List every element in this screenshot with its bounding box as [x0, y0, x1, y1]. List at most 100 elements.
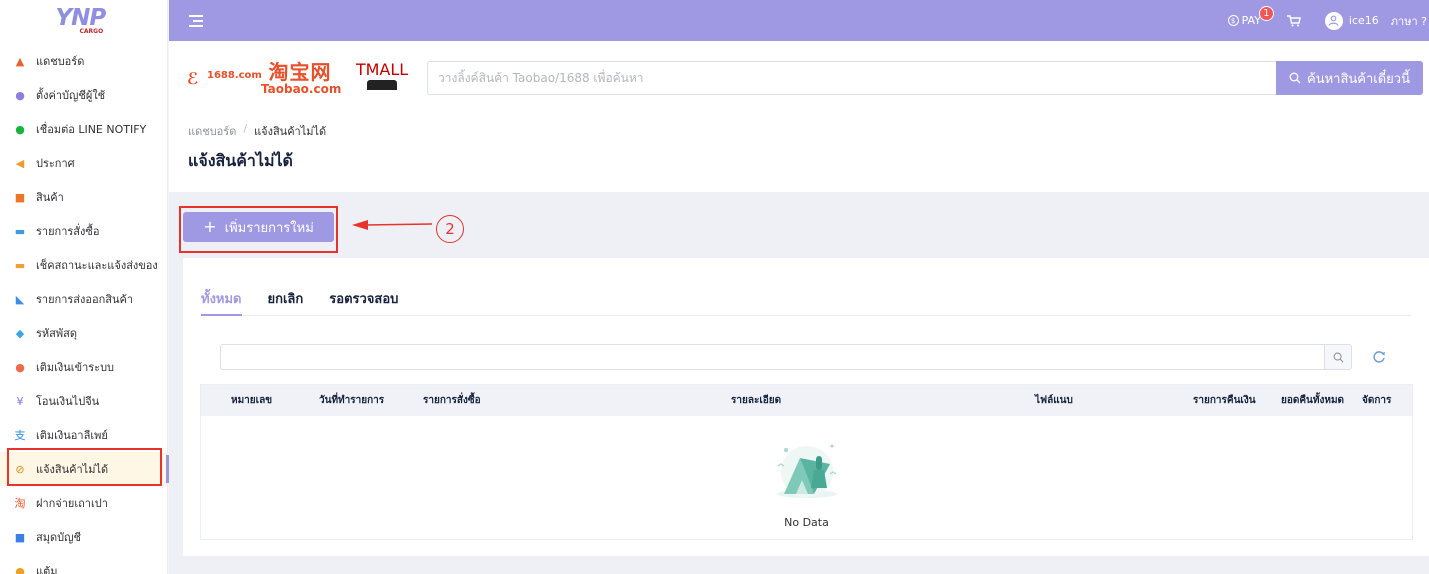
add-button-label: เพิ่มรายการใหม่ [224, 220, 314, 236]
order-icon: ▬ [14, 224, 26, 238]
sidebar-item-5[interactable]: ▬ รายการสั่งซื้อ [0, 214, 167, 248]
sidebar-item-label: รหัสพัสดุ [36, 327, 77, 340]
avatar[interactable] [1324, 11, 1343, 30]
sidebar-item-label: รายการสั่งซื้อ [36, 225, 100, 238]
line-icon: ● [15, 122, 25, 136]
plus-icon: + [203, 217, 217, 236]
empty-box-icon [777, 444, 837, 498]
search-now-button[interactable]: ค้นหาสินค้าเดี๋ยวนี้ [1276, 61, 1423, 95]
logo-taobao-cn: 淘宝网 [268, 60, 332, 84]
table-header: หมายเลข วันที่ทำรายการ รายการสั่งซื้อ รายละ… [201, 385, 1412, 416]
logo-sub: CARGO [79, 28, 104, 35]
add-new-item-button[interactable]: + เพิ่มรายการใหม่ [183, 212, 334, 242]
sidebar-item-label: ฝากจ่ายเถาเปา [36, 497, 108, 510]
sidebar-item-7[interactable]: ◣ รายการส่งออกสินค้า [0, 282, 167, 316]
yuan-icon: ¥ [16, 394, 24, 408]
logo-taobao[interactable]: 淘宝网 Taobao.com [261, 60, 342, 97]
breadcrumb-separator: / [243, 122, 248, 135]
sidebar-item-label: เช็คสถานะและแจ้งส่งของ [36, 259, 158, 272]
sidebar-item-label: เติมเงินอาลีเพย์ [36, 429, 108, 442]
sidebar-item-14[interactable]: ■ สมุดบัญชี [0, 520, 167, 554]
sidebar-item-3[interactable]: ◀ ประกาศ [0, 146, 167, 180]
logo[interactable]: YNP CARGO [0, 0, 167, 40]
column-header-2: รายการสั่งซื้อ [423, 395, 481, 406]
product-link-input[interactable] [427, 61, 1276, 95]
sidebar-item-label: เชื่อมต่อ LINE NOTIFY [36, 123, 147, 136]
tab-2[interactable]: รอตรวจสอบ [329, 280, 398, 315]
column-header-3: รายละเอียด [731, 395, 782, 406]
sidebar-item-label: โอนเงินไปจีน [36, 395, 100, 408]
table-body: No Data [201, 416, 1412, 539]
search-button-label: ค้นหาสินค้าเดี๋ยวนี้ [1307, 71, 1410, 87]
sidebar-item-9[interactable]: ● เติมเงินเข้าระบบ [0, 350, 167, 384]
taobao-icon: 淘 [14, 497, 26, 510]
column-header-0: หมายเลข [231, 395, 273, 406]
sidebar-item-11[interactable]: 支 เติมเงินอาลีเพย์ [0, 418, 167, 452]
topbar-right: $ PAY 1 ice16 ภาษา ? [1227, 0, 1429, 41]
truck-icon: ▬ [14, 258, 26, 272]
tab-1[interactable]: ยกเลิก [268, 280, 304, 315]
filter-search-input[interactable] [220, 344, 1324, 370]
sidebar-item-label: แจ้งสินค้าไม่ได้ [36, 463, 109, 476]
wallet-icon: ■ [14, 530, 26, 544]
user-icon [1329, 15, 1339, 26]
sidebar-item-0[interactable]: ▲ แดชบอร์ด [0, 44, 167, 78]
refresh-icon[interactable] [1370, 348, 1388, 366]
pay-button[interactable]: $ PAY 1 [1227, 6, 1274, 27]
sidebar-item-label: เติมเงินเข้าระบบ [36, 361, 115, 374]
sidebar-item-label: ตั้งค่าบัญชีผู้ใช้ [36, 89, 106, 102]
search-icon [1333, 352, 1343, 362]
menu-toggle-icon[interactable] [189, 14, 203, 27]
sidebar-item-12[interactable]: ⊘ แจ้งสินค้าไม่ได้ [0, 452, 169, 486]
megaphone-icon: ◀ [15, 156, 25, 170]
page-header: แดชบอร์ด / แจ้งสินค้าไม่ได้ แจ้งสินค้าไม… [169, 111, 1429, 192]
search-icon [1289, 72, 1301, 84]
column-header-6: ยอดคืนทั้งหมด [1281, 395, 1345, 406]
sidebar-item-4[interactable]: ■ สินค้า [0, 180, 167, 214]
content-area: ทั้งหมด ยกเลิก รอตรวจสอบ หมายเลข วันที่ทำรา… [169, 258, 1429, 574]
language-selector[interactable]: ภาษา ? [1391, 12, 1427, 30]
money-bag-icon: ● [15, 360, 25, 374]
shopping-bag-icon: ■ [14, 190, 26, 204]
user-settings-icon: ● [15, 88, 25, 102]
empty-state-text: No Data [784, 516, 829, 529]
breadcrumb-home[interactable]: แดชบอร์ด [188, 122, 236, 140]
sidebar-item-label: สมุดบัญชี [36, 531, 81, 544]
list-card: ทั้งหมด ยกเลิก รอตรวจสอบ หมายเลข วันที่ทำรา… [183, 258, 1429, 556]
status-tabs: ทั้งหมด ยกเลิก รอตรวจสอบ [201, 280, 1411, 316]
sidebar-item-6[interactable]: ▬ เช็คสถานะและแจ้งส่งของ [0, 248, 167, 282]
topbar: $ PAY 1 ice16 ภาษา ? [169, 0, 1429, 41]
pay-label: PAY [1241, 14, 1261, 27]
username[interactable]: ice16 [1349, 14, 1379, 27]
data-table: หมายเลข วันที่ทำรายการ รายการสั่งซื้อ รายละ… [200, 384, 1413, 540]
logo-mark: YNP CARGO [54, 3, 114, 37]
logo-tmall-text: TMALL [355, 60, 409, 79]
points-icon: ● [15, 564, 25, 574]
marketplace-logos: ℰ 1688.com 淘宝网 Taobao.com TMALL [187, 61, 411, 97]
sidebar-item-label: ประกาศ [36, 157, 75, 170]
tmall-cat-icon [367, 80, 397, 90]
sidebar-item-8[interactable]: ◆ รหัสพัสดุ [0, 316, 167, 350]
callout-2: 2 [436, 215, 464, 243]
sidebar-item-label: สินค้า [36, 191, 64, 204]
tab-0[interactable]: ทั้งหมด [201, 280, 242, 316]
column-header-4: ไฟล์แนบ [1035, 395, 1073, 406]
filter-search-button[interactable] [1324, 344, 1352, 370]
logo-tmall[interactable]: TMALL [353, 61, 411, 97]
logo-taobao-en: Taobao.com [261, 82, 342, 96]
logo-1688[interactable]: ℰ 1688.com [187, 67, 262, 95]
pay-notification-badge: 1 [1258, 6, 1274, 21]
cart-icon[interactable] [1286, 14, 1301, 27]
sidebar-item-10[interactable]: ¥ โอนเงินไปจีน [0, 384, 167, 418]
breadcrumb: แดชบอร์ด / แจ้งสินค้าไม่ได้ [188, 122, 326, 140]
pay-coin-icon: $ [1227, 15, 1239, 26]
sidebar-item-2[interactable]: ● เชื่อมต่อ LINE NOTIFY [0, 112, 167, 146]
sidebar-item-1[interactable]: ● ตั้งค่าบัญชีผู้ใช้ [0, 78, 167, 112]
action-bar: + เพิ่มรายการใหม่ [169, 192, 1429, 258]
page-title: แจ้งสินค้าไม่ได้ [188, 151, 293, 170]
column-header-7: จัดการ [1362, 395, 1392, 406]
sidebar-item-15[interactable]: ● แต้ม [0, 554, 167, 574]
chart-icon: ▲ [15, 54, 25, 68]
sidebar-item-13[interactable]: 淘 ฝากจ่ายเถาเปา [0, 486, 167, 520]
sidebar-menu: ▲ แดชบอร์ด ● ตั้งค่าบัญชีผู้ใช้ ● เชื่อมต่อ L… [0, 44, 169, 574]
